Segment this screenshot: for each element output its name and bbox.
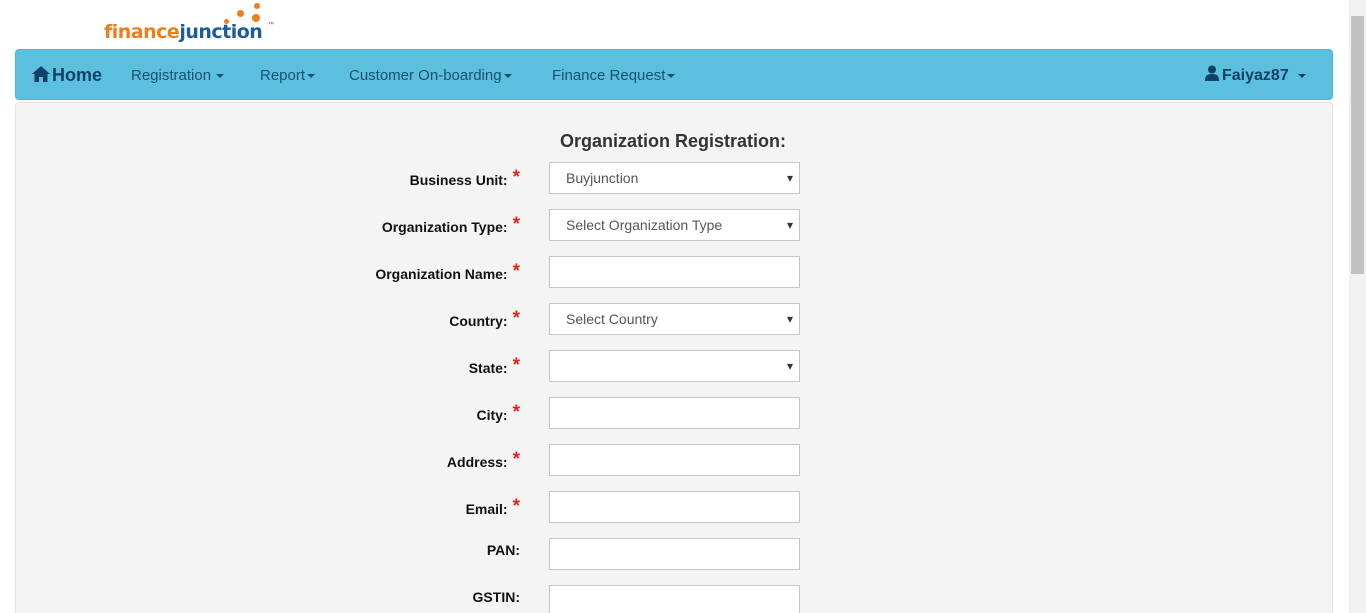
user-icon [1205, 65, 1219, 81]
vertical-scrollbar[interactable] [1349, 0, 1366, 613]
caret-down-icon [667, 74, 676, 79]
brand-name: financejunction [104, 21, 263, 43]
nav-user-label: Faiyaz87 [1222, 67, 1289, 84]
email-input[interactable] [549, 491, 800, 523]
caret-down-icon [503, 74, 512, 79]
brand-name-part2: junction [179, 21, 263, 43]
nav-home[interactable]: Home [32, 50, 102, 101]
scrollbar-thumb[interactable] [1351, 16, 1364, 274]
address-label-text: Address: [446, 454, 508, 470]
email-label: Email: * [465, 496, 520, 520]
form-panel: Organization Registration: Business Unit… [15, 102, 1333, 613]
nav-report[interactable]: Report [260, 50, 316, 101]
logo-dot [254, 3, 260, 9]
address-label: Address: * [446, 449, 520, 473]
brand-name-part1: finance [104, 21, 180, 43]
gstin-input[interactable] [549, 585, 800, 613]
form-title-text: Organization Registration: [559, 131, 786, 151]
pan-input[interactable] [549, 538, 800, 570]
required-mark: * [512, 308, 520, 329]
nav-report-label: Report [260, 67, 306, 84]
navbar: Home Registration Report Customer On-boa… [15, 49, 1333, 100]
required-mark: * [512, 449, 520, 470]
city-input[interactable] [549, 397, 800, 429]
required-mark: * [512, 261, 520, 282]
gstin-label-text: GSTIN: [472, 589, 520, 605]
state-label-text: State: [468, 360, 508, 376]
caret-down-icon [1297, 73, 1306, 78]
email-label-text: Email: [465, 501, 508, 517]
country-label: Country: * [449, 308, 520, 332]
required-mark: * [512, 496, 520, 517]
caret-down-icon [216, 74, 225, 79]
organization-type-label-text: Organization Type: [381, 219, 508, 235]
organization-name-label: Organization Name: * [375, 261, 520, 285]
organization-type-select[interactable]: Select Organization Type [549, 209, 800, 241]
country-label-text: Country: [449, 313, 508, 329]
home-icon [32, 66, 50, 82]
organization-name-label-text: Organization Name: [375, 266, 508, 282]
city-label-text: City: [476, 407, 508, 423]
nav-customer-onboarding[interactable]: Customer On-boarding [349, 50, 512, 101]
business-unit-select[interactable]: Buyjunction [549, 162, 800, 194]
state-select[interactable] [549, 350, 800, 382]
nav-registration[interactable]: Registration [131, 50, 225, 101]
business-unit-label-text: Business Unit: [409, 172, 508, 188]
form-title: Organization Registration: [16, 131, 1334, 152]
country-select[interactable]: Select Country [549, 303, 800, 335]
required-mark: * [512, 402, 520, 423]
logo-dot [237, 10, 244, 17]
nav-finance-request[interactable]: Finance Request [552, 50, 676, 101]
nav-onboarding-label: Customer On-boarding [349, 67, 502, 84]
organization-name-input[interactable] [549, 256, 800, 288]
required-mark: * [512, 167, 520, 188]
caret-down-icon [307, 74, 316, 79]
nav-user-menu[interactable]: Faiyaz87 [1205, 50, 1306, 101]
city-label: City: * [476, 402, 520, 426]
page: financejunction ™ Home Registration Repo… [0, 0, 1366, 613]
pan-label: PAN: [487, 542, 520, 558]
required-mark: * [512, 355, 520, 376]
nav-finance-request-label: Finance Request [552, 67, 666, 84]
nav-home-label: Home [52, 65, 103, 85]
trademark: ™ [268, 22, 274, 28]
brand-logo[interactable]: financejunction ™ [104, 2, 304, 48]
required-mark: * [512, 214, 520, 235]
business-unit-label: Business Unit: * [409, 167, 520, 191]
organization-type-label: Organization Type: * [381, 214, 520, 238]
gstin-label: GSTIN: [473, 589, 520, 605]
address-input[interactable] [549, 444, 800, 476]
nav-registration-label: Registration [131, 67, 212, 84]
pan-label-text: PAN: [486, 542, 520, 558]
state-label: State: * [468, 355, 520, 379]
